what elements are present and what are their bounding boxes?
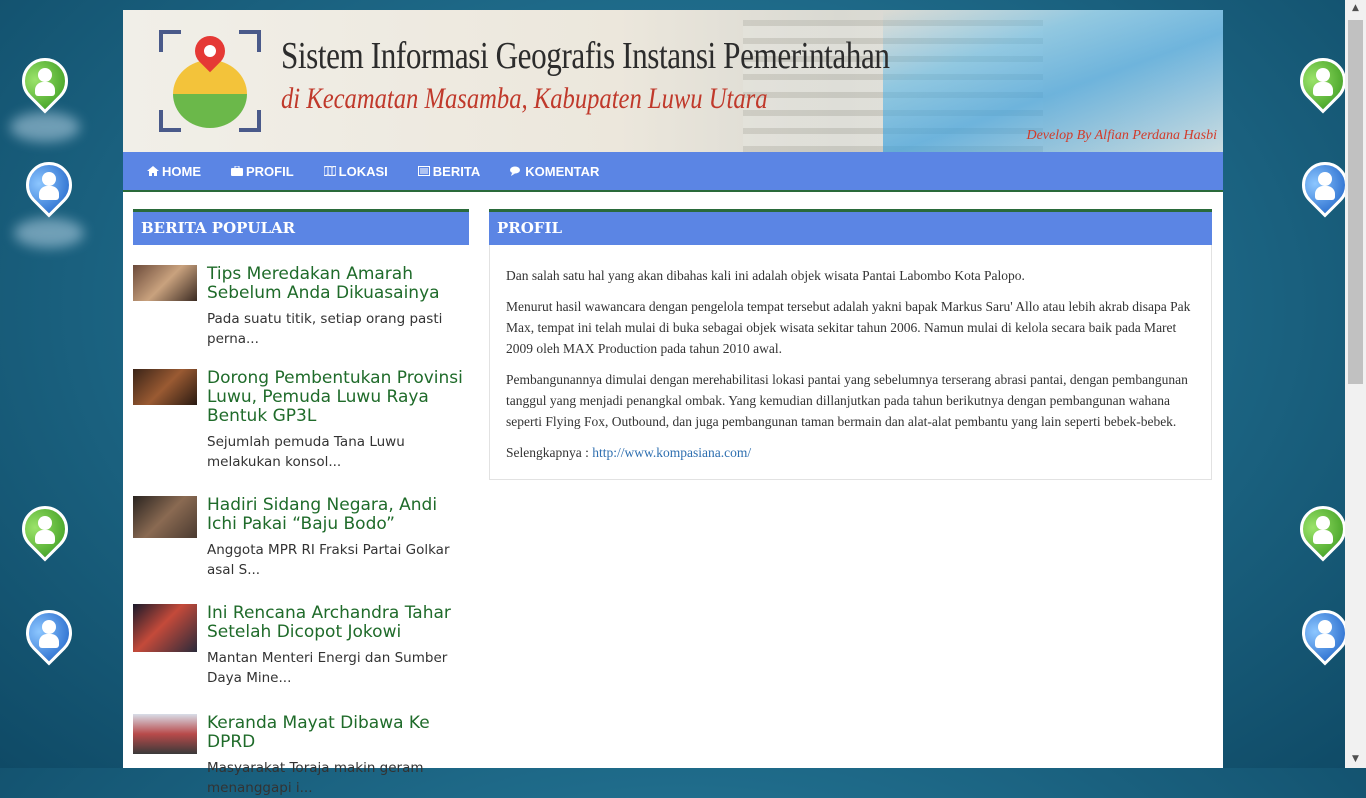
profile-content: Dan salah satu hal yang akan dibahas kal…	[489, 245, 1212, 480]
post-excerpt: Masyarakat Toraja makin geram menanggapi…	[207, 760, 424, 796]
map-pin-icon	[12, 496, 78, 568]
post-excerpt: Mantan Menteri Energi dan Sumber Daya Mi…	[207, 650, 448, 686]
profile-paragraph: Menurut hasil wawancara dengan pengelola…	[506, 299, 1191, 356]
post-thumbnail[interactable]	[133, 496, 197, 538]
post-thumbnail[interactable]	[133, 604, 197, 652]
list-item: Dorong Pembentukan Provinsi Luwu, Pemuda…	[133, 369, 469, 472]
nav-komentar-label: KOMENTAR	[525, 163, 600, 179]
briefcase-icon	[231, 166, 243, 176]
newspaper-icon	[417, 166, 430, 176]
nav-profil-label: PROFIL	[246, 163, 294, 179]
source-label: Selengkapnya :	[506, 445, 593, 460]
post-thumbnail[interactable]	[133, 714, 197, 754]
nav-lokasi[interactable]: LOKASI	[323, 163, 388, 179]
main-nav: HOME PROFIL LOKASI BERITA KOMENTAR	[123, 152, 1223, 192]
comments-icon	[510, 166, 521, 176]
profile-paragraph: Dan salah satu hal yang akan dibahas kal…	[506, 268, 1025, 283]
list-item: Ini Rencana Archandra Tahar Setelah Dico…	[133, 604, 469, 688]
page-container: Sistem Informasi Geografis Instansi Peme…	[123, 10, 1223, 796]
post-title-link[interactable]: Dorong Pembentukan Provinsi Luwu, Pemuda…	[207, 369, 469, 426]
list-item: Tips Meredakan Amarah Sebelum Anda Dikua…	[133, 265, 469, 349]
nav-lokasi-label: LOKASI	[338, 163, 388, 179]
map-pin-icon	[12, 48, 78, 120]
post-excerpt: Pada suatu titik, setiap orang pasti per…	[207, 311, 443, 347]
sidebar-title: BERITA POPULAR	[133, 209, 469, 245]
list-item: Keranda Mayat Dibawa Ke DPRD Masyarakat …	[133, 714, 469, 798]
map-icon	[323, 166, 336, 176]
map-pin-icon	[1292, 152, 1358, 224]
developer-credit: Develop By Alfian Perdana Hasbi	[1026, 128, 1217, 143]
map-pin-icon	[1290, 48, 1356, 120]
scroll-down-arrow-icon[interactable]: ▼	[1345, 751, 1366, 768]
map-pin-icon	[16, 152, 82, 224]
list-item: Hadiri Sidang Negara, Andi Ichi Pakai “B…	[133, 496, 469, 580]
post-thumbnail[interactable]	[133, 369, 197, 405]
post-title-link[interactable]: Keranda Mayat Dibawa Ke DPRD	[207, 714, 469, 752]
profile-section: PROFIL Dan salah satu hal yang akan diba…	[489, 209, 1212, 480]
nav-home-label: HOME	[162, 163, 201, 179]
map-pin-icon	[1292, 600, 1358, 672]
nav-profil[interactable]: PROFIL	[231, 164, 294, 179]
post-title-link[interactable]: Hadiri Sidang Negara, Andi Ichi Pakai “B…	[207, 496, 469, 534]
post-title-link[interactable]: Ini Rencana Archandra Tahar Setelah Dico…	[207, 604, 469, 642]
post-title-link[interactable]: Tips Meredakan Amarah Sebelum Anda Dikua…	[207, 265, 469, 303]
site-logo[interactable]	[159, 29, 261, 132]
profile-paragraph: Pembangunannya dimulai dengan merehabili…	[506, 372, 1188, 429]
nav-berita-label: BERITA	[432, 163, 481, 179]
site-header: Sistem Informasi Geografis Instansi Peme…	[123, 10, 1223, 152]
nav-home[interactable]: HOME	[147, 164, 201, 179]
post-thumbnail[interactable]	[133, 265, 197, 301]
site-subtitle: di Kecamatan Masamba, Kabupaten Luwu Uta…	[281, 82, 768, 115]
nav-berita[interactable]: BERITA	[417, 163, 481, 179]
home-icon	[147, 166, 159, 176]
post-excerpt: Anggota MPR RI Fraksi Partai Golkar asal…	[207, 542, 450, 578]
source-link[interactable]: http://www.kompasiana.com/	[592, 445, 751, 460]
popular-news-sidebar: BERITA POPULAR Tips Meredakan Amarah Seb…	[133, 209, 469, 798]
source-line: Selengkapnya : http://www.kompasiana.com…	[506, 442, 1195, 463]
site-title: Sistem Informasi Geografis Instansi Peme…	[281, 35, 890, 77]
map-pin-icon	[1290, 496, 1356, 568]
page-scrollbar[interactable]: ▲ ▼	[1345, 0, 1366, 768]
section-title: PROFIL	[489, 209, 1212, 245]
post-excerpt: Sejumlah pemuda Tana Luwu melakukan kons…	[207, 434, 405, 470]
nav-komentar[interactable]: KOMENTAR	[510, 164, 599, 179]
map-pin-icon	[16, 600, 82, 672]
scrollbar-thumb[interactable]	[1348, 20, 1363, 384]
scroll-up-arrow-icon[interactable]: ▲	[1345, 0, 1366, 17]
